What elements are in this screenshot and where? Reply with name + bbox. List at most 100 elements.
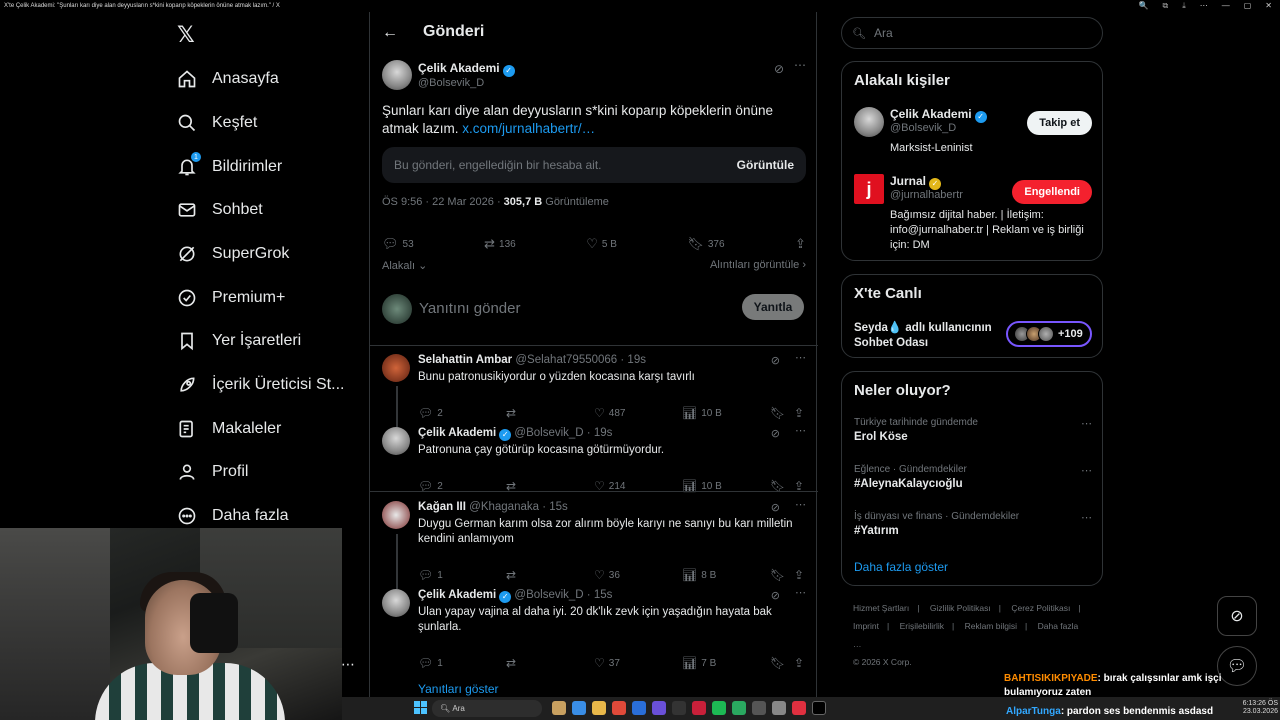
repost-button[interactable]: ⇄ [506,568,594,582]
trend-item[interactable]: İş dünyası ve finans · Gündemdekiler #Ya… [854,511,1092,537]
x-logo-icon[interactable]: 𝕏 [177,22,195,48]
blocked-button[interactable]: Engellendi [1012,180,1092,204]
close-icon[interactable]: ✕ [1265,1,1272,11]
author-handle[interactable]: @Bolsevik_D [418,77,484,89]
more-icon[interactable]: ⋯ [1081,511,1092,524]
bookmark-button[interactable]: 🔖︎ [770,656,794,670]
show-more-link[interactable]: Daha fazla göster [854,560,948,574]
bookmark-button[interactable]: 🔖︎ 376 [687,234,724,254]
follow-button[interactable]: Takip et [1027,111,1092,135]
grok-icon[interactable]: ⊘ [771,427,780,440]
maximize-icon[interactable]: ▢ [1244,1,1252,11]
grok-fab-icon[interactable]: ⊘ [1217,596,1257,636]
extensions-icon[interactable]: ⧉ [1162,1,1168,11]
share-button[interactable]: ⇪ [794,406,804,420]
more-icon[interactable]: ⋯ [1081,464,1092,477]
search-input[interactable]: 🔍︎ Ara [841,17,1103,49]
more-icon[interactable]: ⋯ [795,424,806,437]
reply-author[interactable]: Çelik Akademi ✓ @Bolsevik_D · 19s [418,427,612,441]
menu-icon[interactable]: ⋯ [1200,1,1208,11]
bookmark-button[interactable]: 🔖︎ [770,568,794,582]
nav-articles[interactable]: Makaleler [176,418,281,440]
reply-author[interactable]: Kağan III @Khaganaka · 15s [418,501,568,513]
footer-link[interactable]: Erişilebilirlik [900,621,944,631]
author-name[interactable]: Çelik Akademi ✓ [418,61,515,77]
post-link[interactable]: x.com/jurnalhabertr/… [462,121,595,136]
bookmark-button[interactable]: 🔖︎ [770,406,794,420]
live-room-text[interactable]: Seyda💧 adlı kullanıcının Sohbet Odası [854,321,992,351]
minimize-icon[interactable]: — [1222,1,1230,11]
grok-icon[interactable]: ⊘ [771,354,780,367]
repost-button[interactable]: ⇄ 136 [484,234,516,254]
reply-button[interactable]: 💬︎ 1 [418,568,506,582]
footer-link[interactable]: Gizlilik Politikası [930,603,991,613]
share-button[interactable]: ⇪ [795,234,806,254]
footer-link[interactable]: Reklam bilgisi [965,621,1017,631]
downloads-icon[interactable]: ⤓ [1182,1,1186,11]
trend-item[interactable]: Türkiye tarihinde gündemde Erol Köse ⋯ [854,417,1092,443]
repost-button[interactable]: ⇄ [506,656,594,670]
reply-button[interactable]: 💬︎ 53 [382,234,414,254]
related-dropdown[interactable]: Alakalı ⌄ [382,259,427,272]
like-button[interactable]: ♡ 487 [594,406,682,420]
nav-premium[interactable]: Premium+ [176,287,285,309]
taskbar-clock[interactable]: 6:13:26 ÖS 23.03.2026 [1243,700,1278,716]
more-icon[interactable]: ⋯ [795,498,806,511]
app-icon[interactable] [672,701,686,715]
zoom-icon[interactable]: 🔍 [1139,1,1149,11]
like-button[interactable]: ♡ 36 [594,568,682,582]
app-icon[interactable] [752,701,766,715]
more-icon[interactable]: ⋯ [795,586,806,599]
reply-button[interactable]: 💬︎ 1 [418,656,506,670]
more-icon[interactable]: ⋯ [1081,417,1092,430]
reply-submit-button[interactable]: Yanıtla [742,294,804,320]
app-icon[interactable] [712,701,726,715]
nav-more[interactable]: Daha fazla [176,505,289,527]
show-replies-link[interactable]: Yanıtları göster [418,682,498,696]
share-button[interactable]: ⇪ [794,568,804,582]
grok-icon[interactable]: ⊘ [771,589,780,602]
view-button[interactable]: Görüntüle [737,158,794,172]
nav-supergrok[interactable]: SuperGrok [176,243,289,265]
avatar[interactable] [382,60,412,90]
start-icon[interactable] [414,701,428,715]
avatar[interactable] [382,589,410,617]
app-icon[interactable] [732,701,746,715]
reply-author[interactable]: Selahattin Ambar @Selahat79550066 · 19s [418,354,646,366]
app-icon[interactable] [772,701,786,715]
app-icon[interactable] [552,701,566,715]
taskbar-search[interactable]: 🔍︎ Ara [432,700,542,717]
app-icon[interactable] [612,701,626,715]
repost-button[interactable]: ⇄ [506,406,594,420]
app-icon[interactable] [812,701,826,715]
jurnal-logo[interactable]: j [854,174,884,204]
reply-button[interactable]: 💬︎ 2 [418,406,506,420]
app-icon[interactable] [572,701,586,715]
nav-explore[interactable]: Keşfet [176,112,257,134]
more-icon[interactable]: ⋯ [794,58,806,72]
avatar[interactable] [382,501,410,529]
avatar[interactable] [382,354,410,382]
app-icon[interactable] [652,701,666,715]
footer-link[interactable]: Hizmet Şartları [853,603,909,613]
grok-icon[interactable]: ⊘ [771,501,780,514]
app-icon[interactable] [692,701,706,715]
like-button[interactable]: ♡ 37 [594,656,682,670]
nav-home[interactable]: Anasayfa [176,68,279,90]
live-listeners[interactable]: +109 [1006,321,1092,347]
app-icon[interactable] [632,701,646,715]
more-icon[interactable]: ⋯ [795,351,806,364]
views-button[interactable]: 📊︎ 8 B [682,568,770,582]
nav-bookmarks[interactable]: Yer İşaretleri [176,330,301,352]
app-icon[interactable] [592,701,606,715]
reply-author[interactable]: Çelik Akademi ✓ @Bolsevik_D · 15s [418,589,612,603]
grok-icon[interactable]: ⊘ [774,62,784,76]
app-icon[interactable] [792,701,806,715]
person-name[interactable]: Çelik Akademi ✓ [890,107,987,123]
person-name[interactable]: Jurnal ✓ [890,174,942,190]
reply-input[interactable]: Yanıtını gönder [419,300,520,317]
nav-profile[interactable]: Profil [176,461,248,483]
back-arrow-icon[interactable]: ← [382,24,398,42]
avatar[interactable] [382,427,410,455]
footer-link[interactable]: Imprint [853,621,879,631]
